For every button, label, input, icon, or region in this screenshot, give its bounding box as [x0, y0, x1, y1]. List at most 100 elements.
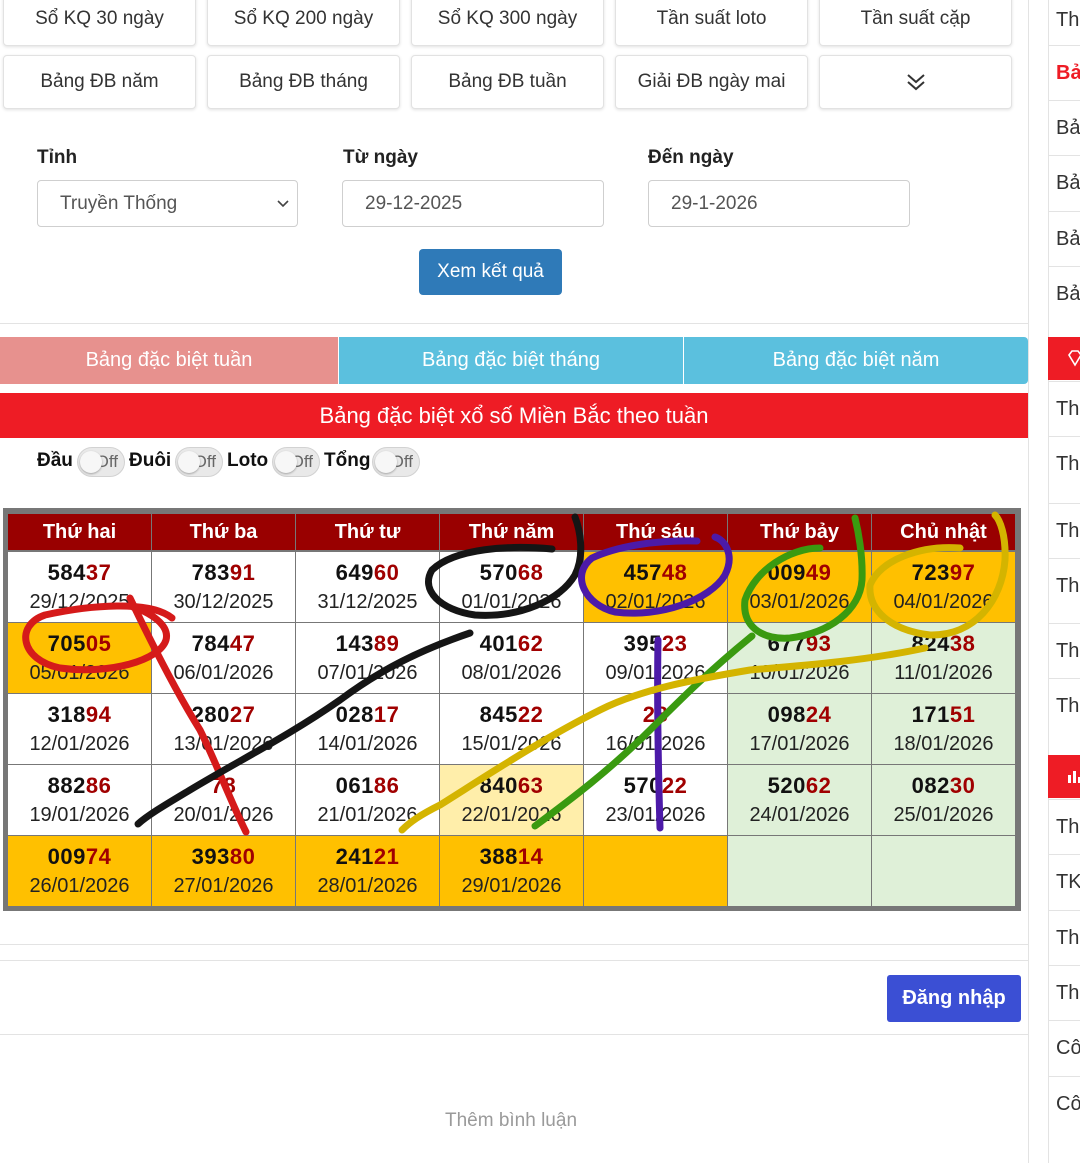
- toggle-loto[interactable]: Off: [272, 447, 320, 477]
- tab-bang-dac-biet-thang[interactable]: Bảng đặc biệt tháng: [339, 337, 683, 384]
- prize-number: 08230: [912, 771, 976, 801]
- prize-number: 57022: [624, 771, 688, 801]
- province-select[interactable]: Truyền Thống: [37, 180, 298, 227]
- prize-number-tail: 68: [517, 560, 544, 585]
- toggle-label-tong: Tổng: [324, 450, 371, 471]
- prize-number-tail: 49: [805, 560, 832, 585]
- nav-bang-db-tuan[interactable]: Bảng ĐB tuần: [411, 55, 604, 109]
- add-comment-input[interactable]: Thêm bình luận: [0, 1110, 1022, 1132]
- table-header-cell: Chủ nhật: [872, 514, 1015, 550]
- sidebar-link[interactable]: Th: [1048, 678, 1080, 733]
- tab-bang-dac-biet-nam[interactable]: Bảng đặc biệt năm: [684, 337, 1028, 384]
- prize-number-tail: 97: [949, 560, 976, 585]
- sidebar-link[interactable]: Th: [1048, 0, 1080, 46]
- prize-number-tail: 74: [85, 844, 112, 869]
- toggle-dau[interactable]: Off: [77, 447, 125, 477]
- draw-date: 31/12/2025: [317, 591, 418, 613]
- sidebar-link[interactable]: Th: [1048, 799, 1080, 854]
- draw-date: 07/01/2026: [317, 662, 418, 684]
- prize-number-tail: 80: [229, 844, 256, 869]
- draw-date: 17/01/2026: [749, 733, 850, 755]
- sidebar-link[interactable]: Bả: [1048, 211, 1080, 265]
- draw-date: 13/01/2026: [173, 733, 274, 755]
- prize-number-head: 318: [47, 702, 86, 727]
- prize-number-head: 882: [47, 773, 86, 798]
- prize-number: 00974: [48, 842, 112, 872]
- nav-so-kq-30[interactable]: Sổ KQ 30 ngày: [3, 0, 196, 46]
- toggle-duoi[interactable]: Off: [175, 447, 223, 477]
- toggle-tong[interactable]: Off: [372, 447, 420, 477]
- nav-bang-db-nam[interactable]: Bảng ĐB năm: [3, 55, 196, 109]
- table-title-banner: Bảng đặc biệt xổ số Miền Bắc theo tuần: [0, 393, 1028, 438]
- sidebar-link[interactable]: TK: [1048, 854, 1080, 909]
- draw-date: 01/01/2026: [461, 591, 562, 613]
- sidebar-link[interactable]: Th: [1048, 965, 1080, 1020]
- nav-so-kq-200[interactable]: Sổ KQ 200 ngày: [207, 0, 400, 46]
- nav-more-button[interactable]: [819, 55, 1012, 109]
- draw-date: 03/01/2026: [749, 591, 850, 613]
- prize-number-head: 705: [47, 631, 86, 656]
- prize-number-head: 457: [623, 560, 662, 585]
- prize-number-tail: 21: [373, 844, 400, 869]
- prize-number-head: 009: [767, 560, 806, 585]
- prize-number-head: 241: [335, 844, 374, 869]
- nav-so-kq-300[interactable]: Sổ KQ 300 ngày: [411, 0, 604, 46]
- prize-number-head: 845: [479, 702, 518, 727]
- prize-number-tail: 28: [642, 702, 669, 727]
- sidebar-link[interactable]: Bả: [1048, 266, 1080, 320]
- toggle-state: Off: [390, 452, 413, 471]
- table-cell: 28027 13/01/2026: [152, 694, 295, 764]
- prize-number: 39380: [192, 842, 256, 872]
- table-cell: 78447 06/01/2026: [152, 623, 295, 693]
- divider: [0, 944, 1028, 945]
- table-cell: 57022 23/01/2026: [584, 765, 727, 835]
- prize-number: 84063: [480, 771, 544, 801]
- sidebar-link[interactable]: Th: [1048, 503, 1080, 558]
- sidebar-link[interactable]: Th: [1048, 558, 1080, 613]
- sidebar-section-header: [1048, 755, 1080, 798]
- view-results-button[interactable]: Xem kết quả: [419, 249, 562, 295]
- sidebar-link[interactable]: Bả: [1048, 155, 1080, 209]
- draw-date: 26/01/2026: [29, 875, 130, 897]
- prize-number-tail: 51: [949, 702, 976, 727]
- table-cell: 84522 15/01/2026: [440, 694, 583, 764]
- table-cell: 88286 19/01/2026: [8, 765, 151, 835]
- prize-number: 52062: [768, 771, 832, 801]
- province-select-value: Truyền Thống: [60, 192, 178, 214]
- draw-date: 30/12/2025: [173, 591, 274, 613]
- from-date-input[interactable]: 29-12-2025: [342, 180, 604, 227]
- prize-number-tail: 47: [229, 631, 256, 656]
- prize-number-head: 783: [191, 560, 230, 585]
- prize-number-tail: 94: [85, 702, 112, 727]
- nav-giai-db-ngay-mai[interactable]: Giải ĐB ngày mai: [615, 55, 808, 109]
- tab-bang-dac-biet-tuan[interactable]: Bảng đặc biệt tuần: [0, 337, 338, 384]
- draw-date: 05/01/2026: [29, 662, 130, 684]
- table-cell: 00974 26/01/2026: [8, 836, 151, 906]
- sidebar-link[interactable]: Bả: [1048, 45, 1080, 99]
- to-date-input[interactable]: 29-1-2026: [648, 180, 910, 227]
- prize-number-tail: 48: [661, 560, 688, 585]
- nav-tan-suat-cap[interactable]: Tần suất cặp: [819, 0, 1012, 46]
- table-cell: 09824 17/01/2026: [728, 694, 871, 764]
- nav-tan-suat-loto[interactable]: Tần suất loto: [615, 0, 808, 46]
- prize-number: 40162: [480, 629, 544, 659]
- prize-number: 67793: [768, 629, 832, 659]
- login-button[interactable]: Đăng nhập: [887, 975, 1021, 1022]
- prize-number-tail: 86: [85, 773, 112, 798]
- table-header-cell: Thứ hai: [8, 514, 151, 550]
- prize-number-head: 393: [191, 844, 230, 869]
- prize-number: 64960: [336, 558, 400, 588]
- table-cell: 39523 09/01/2026: [584, 623, 727, 693]
- sidebar-link[interactable]: Th: [1048, 623, 1080, 678]
- sidebar-link[interactable]: Th: [1048, 910, 1080, 965]
- nav-bang-db-thang[interactable]: Bảng ĐB tháng: [207, 55, 400, 109]
- divider: [0, 323, 1028, 324]
- sidebar-link[interactable]: Cô: [1048, 1076, 1080, 1131]
- sidebar-link[interactable]: Cô: [1048, 1020, 1080, 1075]
- prize-number-tail: 23: [661, 631, 688, 656]
- sidebar-link[interactable]: Bả: [1048, 100, 1080, 154]
- table-cell: 17151 18/01/2026: [872, 694, 1015, 764]
- sidebar-link[interactable]: Th: [1048, 381, 1080, 436]
- sidebar-link[interactable]: Th: [1048, 436, 1080, 491]
- prize-number-tail: 89: [373, 631, 400, 656]
